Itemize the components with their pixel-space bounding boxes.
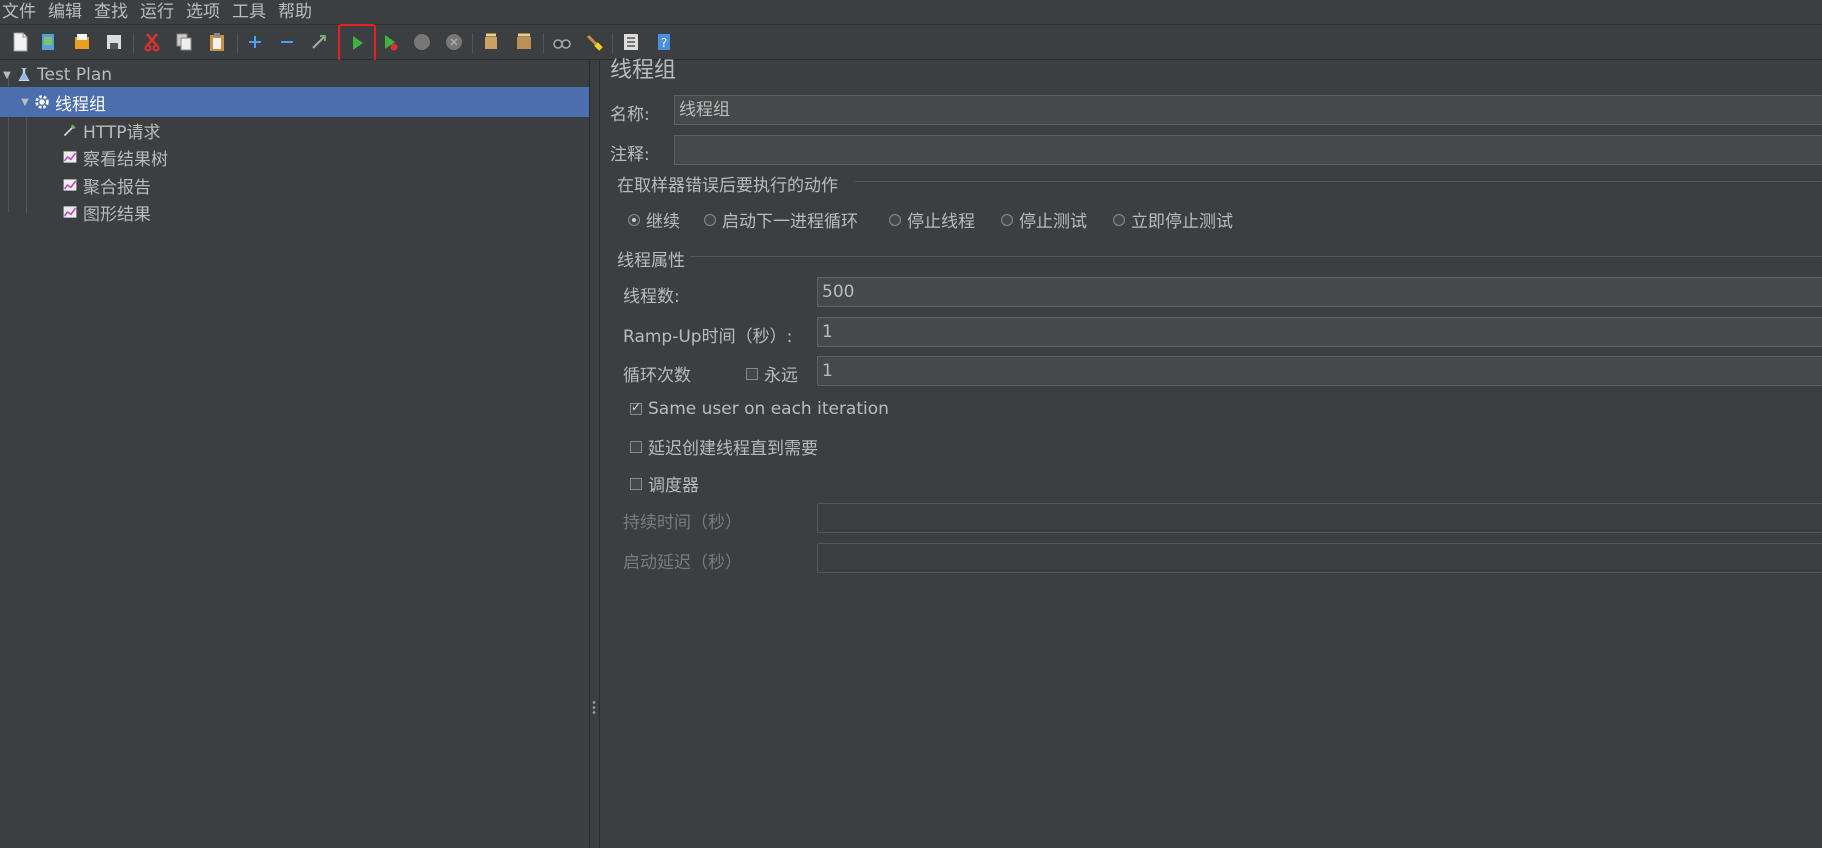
comment-field[interactable] bbox=[674, 135, 1822, 165]
comment-label: 注释: bbox=[610, 145, 650, 165]
tree-node-view-results-tree[interactable]: 察看结果树 bbox=[60, 142, 168, 172]
scheduler-checkbox[interactable]: 调度器 bbox=[630, 471, 699, 496]
radio-continue[interactable]: 继续 bbox=[628, 207, 680, 232]
start-no-pauses-icon[interactable] bbox=[376, 29, 404, 55]
open-icon[interactable] bbox=[68, 29, 96, 55]
chart-icon bbox=[60, 202, 80, 222]
reset-search-icon[interactable] bbox=[580, 29, 608, 55]
tree-node-http-request[interactable]: HTTP请求 bbox=[60, 115, 161, 145]
paste-icon[interactable] bbox=[203, 29, 231, 55]
menu-help[interactable]: 帮助 bbox=[272, 0, 318, 24]
tree-node-test-plan[interactable]: ▼ Test Plan bbox=[0, 60, 589, 90]
tree-node-label: HTTP请求 bbox=[83, 122, 161, 143]
rampup-label: Ramp-Up时间（秒）: bbox=[623, 327, 793, 347]
name-field[interactable]: 线程组 bbox=[674, 95, 1822, 125]
error-action-section-title: 在取样器错误后要执行的动作 bbox=[617, 176, 838, 196]
copy-icon[interactable] bbox=[170, 29, 198, 55]
flask-icon bbox=[14, 65, 34, 85]
tree-node-graph-results[interactable]: 图形结果 bbox=[60, 197, 151, 227]
pipette-icon bbox=[60, 120, 80, 140]
help-icon[interactable]: ? bbox=[650, 29, 678, 55]
gear-icon bbox=[32, 92, 52, 112]
toolbar: ? bbox=[0, 24, 1822, 62]
tree-node-aggregate-report[interactable]: 聚合报告 bbox=[60, 170, 151, 200]
chevron-down-icon[interactable]: ▼ bbox=[0, 70, 14, 81]
same-user-checkbox[interactable]: Same user on each iteration bbox=[630, 399, 889, 419]
collapse-icon[interactable] bbox=[273, 29, 301, 55]
threads-label: 线程数: bbox=[623, 287, 680, 307]
threads-field[interactable]: 500 bbox=[817, 277, 1822, 307]
tree-node-label: Test Plan bbox=[37, 65, 113, 85]
function-helper-icon[interactable] bbox=[617, 29, 645, 55]
radio-stop-thread[interactable]: 停止线程 bbox=[889, 207, 975, 232]
duration-field bbox=[817, 503, 1822, 533]
menu-tools[interactable]: 工具 bbox=[226, 0, 272, 24]
menu-run[interactable]: 运行 bbox=[134, 0, 180, 24]
tree-node-label: 聚合报告 bbox=[83, 177, 151, 198]
radio-stop-test[interactable]: 停止测试 bbox=[1001, 207, 1087, 232]
save-icon[interactable] bbox=[100, 29, 128, 55]
radio-start-next-loop[interactable]: 启动下一进程循环 bbox=[704, 207, 858, 232]
page-title: 线程组 bbox=[610, 58, 677, 83]
menu-file[interactable]: 文件 bbox=[0, 0, 42, 24]
menu-bar: 文件 编辑 查找 运行 选项 工具 帮助 bbox=[0, 0, 1822, 25]
templates-icon[interactable] bbox=[34, 29, 62, 55]
menu-search[interactable]: 查找 bbox=[88, 0, 134, 24]
menu-options[interactable]: 选项 bbox=[180, 0, 226, 24]
search-icon[interactable] bbox=[548, 29, 576, 55]
startup-delay-field bbox=[817, 543, 1822, 573]
radio-stop-test-now[interactable]: 立即停止测试 bbox=[1113, 207, 1233, 232]
menu-edit[interactable]: 编辑 bbox=[42, 0, 88, 24]
shutdown-icon[interactable] bbox=[440, 29, 468, 55]
clear-icon[interactable] bbox=[477, 29, 505, 55]
test-plan-tree: ▼ Test Plan ▼ 线程组 HTTP请求 察看结果树 聚合报告 图形结果 bbox=[0, 60, 590, 848]
chevron-down-icon[interactable]: ▼ bbox=[18, 97, 32, 108]
start-icon[interactable] bbox=[338, 24, 376, 62]
loop-count-field[interactable]: 1 bbox=[817, 356, 1822, 386]
drag-handle-icon[interactable] bbox=[592, 700, 596, 716]
tree-node-label: 图形结果 bbox=[83, 204, 151, 225]
svg-text:?: ? bbox=[661, 36, 667, 50]
clear-all-icon[interactable] bbox=[510, 29, 538, 55]
tree-node-label: 线程组 bbox=[55, 94, 106, 115]
loop-count-label: 循环次数 bbox=[623, 366, 691, 386]
stop-icon[interactable] bbox=[408, 29, 436, 55]
name-label: 名称: bbox=[610, 105, 650, 125]
thread-props-section-title: 线程属性 bbox=[617, 251, 685, 271]
toggle-icon[interactable] bbox=[305, 29, 333, 55]
new-icon[interactable] bbox=[6, 29, 34, 55]
expand-icon[interactable] bbox=[241, 29, 269, 55]
chart-icon bbox=[60, 147, 80, 167]
startup-delay-label: 启动延迟（秒） bbox=[623, 553, 742, 573]
tree-node-label: 察看结果树 bbox=[83, 149, 168, 170]
duration-label: 持续时间（秒） bbox=[623, 513, 742, 533]
delay-thread-creation-checkbox[interactable]: 延迟创建线程直到需要 bbox=[630, 434, 818, 459]
rampup-field[interactable]: 1 bbox=[817, 317, 1822, 347]
tree-node-thread-group[interactable]: ▼ 线程组 bbox=[0, 87, 589, 117]
split-pane-divider[interactable] bbox=[590, 60, 599, 848]
thread-group-panel: 线程组 名称: 线程组 注释: 在取样器错误后要执行的动作 继续 启动下一进程循… bbox=[599, 58, 1822, 848]
cut-icon[interactable] bbox=[138, 29, 166, 55]
chart-icon bbox=[60, 175, 80, 195]
forever-checkbox[interactable]: 永远 bbox=[746, 361, 798, 386]
